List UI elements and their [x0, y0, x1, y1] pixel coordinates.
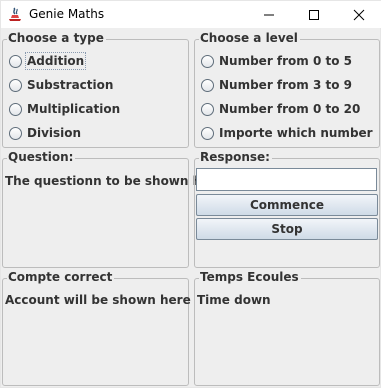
- level-panel: Choose a level Number from 0 to 5 Number…: [194, 30, 380, 148]
- question-text: The questionn to be shown here: [5, 174, 224, 188]
- response-panel-title: Response:: [199, 149, 272, 165]
- correct-count-text: Account will be shown here: [5, 293, 191, 307]
- radio-label-level-any[interactable]: Importe which number: [219, 126, 373, 140]
- radio-circle[interactable]: [201, 78, 214, 92]
- radio-circle[interactable]: [9, 54, 22, 68]
- radio-circle[interactable]: [201, 102, 214, 116]
- radio-addition[interactable]: Addition: [9, 52, 87, 70]
- radio-label-level-3-9[interactable]: Number from 3 to 9: [219, 78, 352, 92]
- radio-label-level-0-20[interactable]: Number from 0 to 20: [219, 102, 360, 116]
- response-panel: Response: Commence Stop: [194, 149, 380, 268]
- radio-level-any[interactable]: Importe which number: [201, 125, 373, 141]
- type-panel-title: Choose a type: [7, 30, 106, 46]
- elapsed-time-panel: Temps Ecoules Time down: [194, 269, 380, 386]
- window-title: Genie Maths: [29, 7, 105, 21]
- close-button[interactable]: [336, 1, 381, 28]
- maximize-icon: [309, 9, 319, 20]
- app-window: Genie Maths Choose a type Addition Subst…: [0, 0, 381, 388]
- question-panel-title: Question:: [7, 149, 76, 165]
- java-app-icon: [7, 6, 23, 22]
- minimize-button[interactable]: [246, 1, 292, 28]
- radio-label-level-0-5[interactable]: Number from 0 to 5: [219, 54, 352, 68]
- type-panel: Choose a type Addition Substraction Mult…: [2, 30, 189, 148]
- level-panel-title: Choose a level: [199, 30, 300, 46]
- elapsed-time-panel-title: Temps Ecoules: [199, 269, 301, 285]
- minimize-icon: [264, 14, 274, 15]
- radio-label-multiplication[interactable]: Multiplication: [27, 102, 120, 116]
- radio-circle[interactable]: [201, 126, 214, 140]
- title-bar: Genie Maths: [1, 1, 381, 28]
- radio-circle[interactable]: [201, 54, 214, 68]
- maximize-button[interactable]: [291, 1, 337, 28]
- elapsed-time-text: Time down: [197, 293, 271, 307]
- correct-count-panel-title: Compte correct: [7, 269, 115, 285]
- radio-level-0-20[interactable]: Number from 0 to 20: [201, 101, 360, 117]
- radio-circle[interactable]: [9, 126, 22, 140]
- question-panel: Question: The questionn to be shown here: [2, 149, 223, 268]
- correct-count-panel: Compte correct Account will be shown her…: [2, 269, 191, 386]
- radio-multiplication[interactable]: Multiplication: [9, 101, 120, 117]
- radio-level-0-5[interactable]: Number from 0 to 5: [201, 53, 352, 69]
- radio-label-addition[interactable]: Addition: [24, 52, 87, 70]
- radio-label-division[interactable]: Division: [27, 126, 81, 140]
- close-icon: [353, 9, 365, 20]
- radio-division[interactable]: Division: [9, 125, 81, 141]
- radio-label-substraction[interactable]: Substraction: [27, 78, 113, 92]
- radio-circle[interactable]: [9, 102, 22, 116]
- stop-button[interactable]: Stop: [196, 218, 378, 240]
- radio-level-3-9[interactable]: Number from 3 to 9: [201, 77, 352, 93]
- radio-circle[interactable]: [9, 78, 22, 92]
- response-input[interactable]: [196, 168, 377, 191]
- radio-substraction[interactable]: Substraction: [9, 77, 113, 93]
- commence-button[interactable]: Commence: [196, 194, 378, 216]
